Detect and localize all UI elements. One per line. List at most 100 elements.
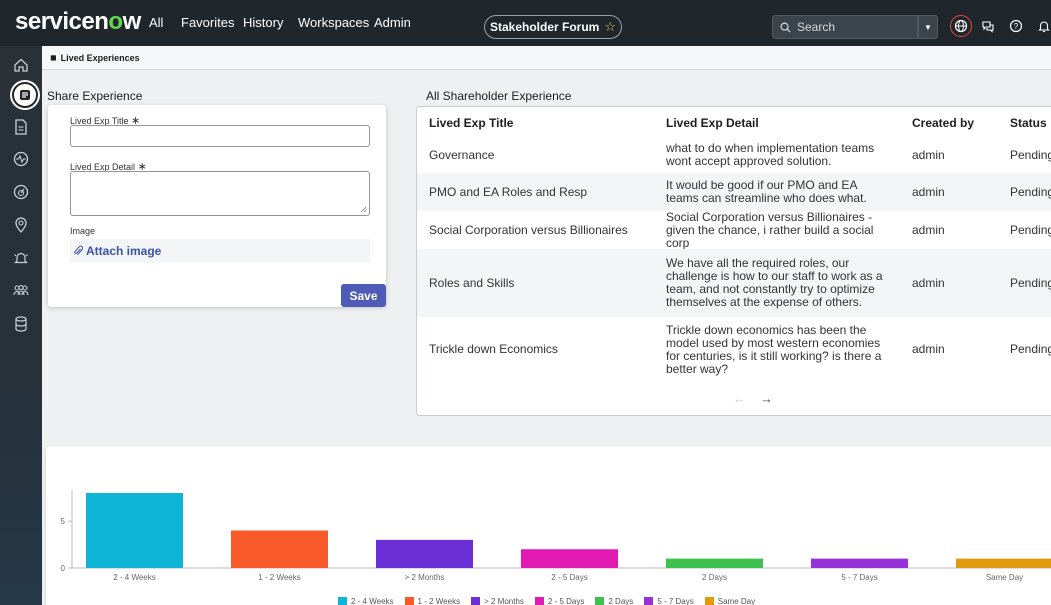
image-label: Image: [70, 226, 96, 236]
table-row[interactable]: PMO and EA Roles and Resp It would be go…: [417, 173, 1051, 211]
bar-1-2-weeks[interactable]: [231, 530, 328, 569]
nav-admin[interactable]: Admin: [374, 15, 411, 31]
map-pin-icon[interactable]: [10, 214, 32, 236]
column-header-created-by[interactable]: Created by: [912, 116, 974, 130]
legend-swatch: [471, 597, 481, 605]
experience-table: Lived Exp Title Lived Exp Detail Created…: [416, 106, 1051, 416]
nav-workspaces[interactable]: Workspaces: [298, 15, 369, 31]
search-scope-dropdown[interactable]: ▼: [918, 15, 938, 39]
chevron-down-icon: ▼: [924, 22, 932, 32]
row-title: Governance: [429, 147, 495, 162]
forum-label: Stakeholder Forum: [489, 20, 600, 34]
legend-item[interactable]: 1 - 2 Weeks: [404, 597, 460, 605]
row-title: Trickle down Economics: [429, 342, 558, 356]
row-created-by: admin: [912, 147, 945, 162]
save-button[interactable]: Save: [341, 284, 386, 307]
row-status: Pending: [1010, 147, 1051, 162]
resize-handle-icon[interactable]: [360, 206, 367, 213]
legend-label: Same Day: [717, 597, 756, 605]
chart-legend: 2 - 4 Weeks 1 - 2 Weeks > 2 Months 2 - 5 Da…: [338, 597, 755, 605]
column-header-title[interactable]: Lived Exp Title: [429, 116, 513, 130]
star-icon[interactable]: ☆: [604, 19, 616, 35]
table-pager: ← →: [733, 391, 773, 406]
lived-exp-detail-textarea[interactable]: [70, 171, 370, 216]
activity-icon[interactable]: [10, 148, 32, 170]
row-status: Pending: [1010, 342, 1051, 356]
tab-page-icon: ◼: [50, 53, 57, 62]
search-icon: [780, 22, 791, 33]
table-row[interactable]: Trickle down Economics Trickle down econ…: [417, 317, 1051, 382]
home-icon[interactable]: [10, 54, 32, 76]
column-header-status[interactable]: Status: [1010, 116, 1047, 130]
attach-image-label: Attach image: [86, 243, 162, 258]
chat-icon[interactable]: [977, 15, 999, 37]
search-input[interactable]: Search: [772, 15, 918, 39]
arrow-right-icon[interactable]: →: [760, 391, 773, 406]
row-status: Pending: [1010, 222, 1051, 237]
legend-item[interactable]: 2 Days: [595, 597, 633, 605]
top-navigation-bar: servicenow All Favorites History Workspa…: [0, 0, 1051, 46]
table-row[interactable]: Governance what to do when implementatio…: [417, 137, 1051, 173]
legend-item[interactable]: 2 - 5 Days: [534, 597, 585, 605]
legend-swatch: [338, 597, 347, 605]
svg-text:?: ?: [1014, 22, 1019, 31]
row-detail: what to do when implementation teams won…: [666, 141, 875, 168]
row-detail: It would be good if our PMO and EA teams…: [666, 178, 867, 205]
table-row[interactable]: Roles and Skills We have all the require…: [417, 249, 1051, 317]
bar-2-5-days[interactable]: [521, 549, 618, 568]
x-tick-label: 2 - 4 Weeks: [113, 573, 156, 582]
x-tick-label: 1 - 2 Weeks: [258, 573, 301, 582]
bell-icon[interactable]: [1033, 15, 1051, 37]
table-row[interactable]: Social Corporation versus Billionaires S…: [417, 210, 1051, 249]
row-detail: We have all the required roles, our chal…: [666, 256, 883, 309]
legend-label: 2 - 4 Weeks: [351, 597, 394, 605]
legend-item[interactable]: > 2 Months: [471, 597, 524, 605]
servicenow-logo[interactable]: servicenow: [15, 8, 141, 36]
legend-label: 2 Days: [608, 597, 634, 605]
globe-icon[interactable]: [950, 15, 972, 37]
column-header-detail[interactable]: Lived Exp Detail: [666, 116, 759, 130]
stakeholder-forum-pill[interactable]: Stakeholder Forum ☆: [484, 15, 622, 39]
y-tick-label: 0: [61, 564, 66, 573]
legend-label: > 2 Months: [484, 597, 524, 605]
alert-icon[interactable]: [10, 247, 32, 269]
chart-card: 0 5 2 - 4 Weeks 1 - 2 Weeks > 2 Months 2 - 5 …: [46, 446, 1051, 605]
nav-all[interactable]: All: [149, 15, 163, 31]
x-tick-label: Same Day: [986, 573, 1023, 582]
database-icon[interactable]: [10, 313, 32, 335]
bar-same-day[interactable]: [956, 558, 1051, 568]
x-tick-label: 2 - 5 Days: [551, 573, 587, 582]
share-experience-title: Share Experience: [47, 89, 143, 103]
document-icon[interactable]: [10, 116, 32, 138]
bar-2-days[interactable]: [666, 558, 763, 568]
legend-item[interactable]: Same Day: [704, 597, 756, 605]
legend-swatch: [704, 597, 714, 605]
list-icon[interactable]: [12, 82, 38, 108]
left-rail: [0, 46, 42, 605]
tab-lived-experiences[interactable]: Lived Experiences: [61, 53, 140, 63]
legend-label: 2 - 5 Days: [547, 597, 585, 605]
nav-history[interactable]: History: [243, 15, 283, 31]
legend-item[interactable]: 5 - 7 Days: [644, 597, 694, 605]
help-icon[interactable]: ?: [1005, 15, 1027, 37]
y-tick-label: 5: [61, 517, 66, 526]
row-created-by: admin: [912, 222, 945, 237]
arrow-left-icon[interactable]: ←: [733, 391, 746, 406]
nav-favorites[interactable]: Favorites: [181, 15, 234, 31]
bar-5-7-days[interactable]: [811, 558, 908, 568]
row-detail: Trickle down economics has been the mode…: [666, 322, 882, 376]
row-created-by: admin: [912, 184, 945, 199]
row-created-by: admin: [912, 275, 945, 290]
dashboard-icon[interactable]: [10, 181, 32, 203]
bar-2-4-weeks[interactable]: [86, 493, 183, 568]
row-title: Roles and Skills: [429, 275, 515, 290]
lived-exp-title-input[interactable]: [70, 125, 370, 147]
people-icon[interactable]: [10, 280, 32, 302]
legend-swatch: [534, 597, 544, 605]
attach-image-button[interactable]: Attach image: [70, 239, 370, 262]
bar--2-months[interactable]: [376, 539, 473, 568]
row-title: PMO and EA Roles and Resp: [429, 184, 588, 199]
all-shareholder-experience-title: All Shareholder Experience: [426, 89, 572, 103]
paperclip-icon: [74, 245, 83, 255]
legend-item[interactable]: 2 - 4 Weeks: [338, 597, 394, 605]
